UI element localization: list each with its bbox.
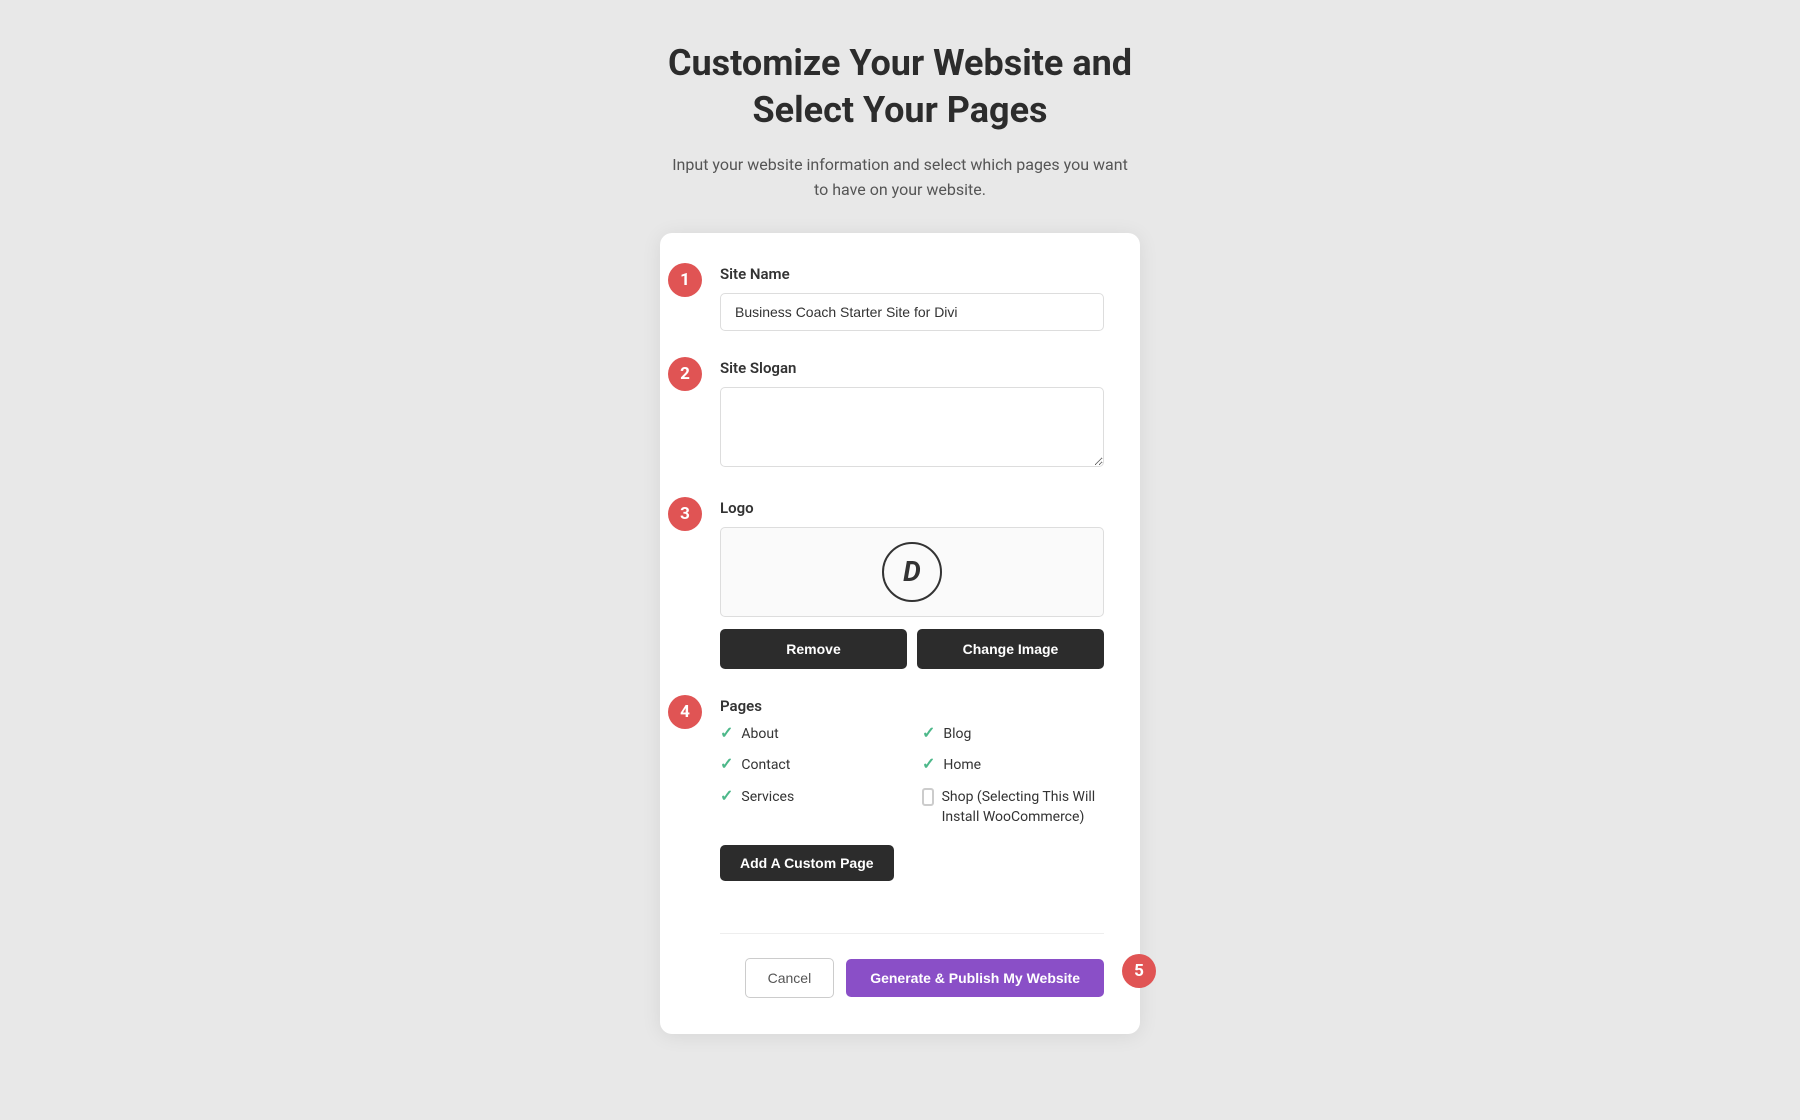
list-item: ✓ Contact xyxy=(720,756,902,776)
cancel-button[interactable]: Cancel xyxy=(745,958,835,998)
page-container: Customize Your Website and Select Your P… xyxy=(0,40,1800,1034)
generate-publish-button[interactable]: Generate & Publish My Website xyxy=(846,959,1104,997)
remove-button[interactable]: Remove xyxy=(720,629,907,669)
logo-preview: D xyxy=(720,527,1104,617)
list-item: ✓ Blog xyxy=(922,725,1104,745)
page-about: About xyxy=(741,725,778,745)
site-slogan-input[interactable] xyxy=(720,387,1104,467)
check-about[interactable]: ✓ xyxy=(720,725,733,741)
step-5-badge: 5 xyxy=(1122,954,1156,988)
pages-section: 4 Pages ✓ About ✓ Blog ✓ Contact xyxy=(720,697,1104,905)
step-1-badge: 1 xyxy=(668,263,702,297)
add-custom-page-button[interactable]: Add A Custom Page xyxy=(720,845,894,881)
step-2-badge: 2 xyxy=(668,357,702,391)
page-home: Home xyxy=(943,756,981,776)
logo-section: 3 Logo D Remove Change Image xyxy=(720,499,1104,669)
page-subtitle: Input your website information and selec… xyxy=(670,152,1130,203)
step-3-badge: 3 xyxy=(668,497,702,531)
logo-label: Logo xyxy=(720,499,1104,517)
logo-icon: D xyxy=(882,542,942,602)
site-slogan-section: 2 Site Slogan xyxy=(720,359,1104,471)
check-shop[interactable] xyxy=(922,788,934,806)
form-card: 1 Site Name 2 Site Slogan 3 Logo D Remov… xyxy=(660,233,1140,1034)
pages-label: Pages xyxy=(720,697,1104,715)
check-blog[interactable]: ✓ xyxy=(922,725,935,741)
list-item: ✓ Services xyxy=(720,788,902,827)
change-image-button[interactable]: Change Image xyxy=(917,629,1104,669)
page-title: Customize Your Website and Select Your P… xyxy=(668,40,1132,134)
logo-buttons: Remove Change Image xyxy=(720,629,1104,669)
list-item: ✓ About xyxy=(720,725,902,745)
site-name-input[interactable] xyxy=(720,293,1104,331)
page-services: Services xyxy=(741,788,794,808)
site-name-label: Site Name xyxy=(720,265,1104,283)
pages-grid: ✓ About ✓ Blog ✓ Contact ✓ Home xyxy=(720,725,1104,827)
page-blog: Blog xyxy=(943,725,971,745)
site-name-section: 1 Site Name xyxy=(720,265,1104,331)
step-4-badge: 4 xyxy=(668,695,702,729)
page-contact: Contact xyxy=(741,756,790,776)
check-home[interactable]: ✓ xyxy=(922,756,935,772)
footer-actions: Cancel Generate & Publish My Website 5 xyxy=(720,933,1104,998)
list-item: ✓ Home xyxy=(922,756,1104,776)
check-services[interactable]: ✓ xyxy=(720,788,733,804)
site-slogan-label: Site Slogan xyxy=(720,359,1104,377)
page-shop: Shop (Selecting This Will Install WooCom… xyxy=(942,788,1104,827)
check-contact[interactable]: ✓ xyxy=(720,756,733,772)
list-item: Shop (Selecting This Will Install WooCom… xyxy=(922,788,1104,827)
